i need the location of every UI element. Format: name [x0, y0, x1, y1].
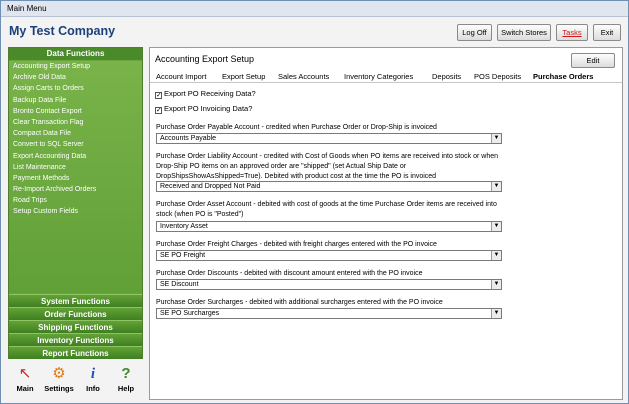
sidebar-item-compact-data-file[interactable]: Compact Data File [9, 128, 142, 139]
sidebar: Data Functions Accounting Export Setup A… [8, 47, 143, 359]
main-label: Main [16, 384, 34, 393]
liability-account-label: Purchase Order Liability Account - credi… [156, 153, 498, 180]
sidebar-item-reimport-archived[interactable]: Re-Import Archived Orders [9, 184, 142, 195]
settings-label: Settings [44, 384, 74, 393]
arrow-icon: ↖ [18, 365, 32, 382]
sidebar-item-accounting-export-setup[interactable]: Accounting Export Setup [9, 61, 142, 72]
payable-account-value: Accounts Payable [160, 135, 217, 142]
discounts-value: SE Discount [160, 281, 199, 288]
sidebar-item-archive-old-data[interactable]: Archive Old Data [9, 72, 142, 83]
company-name: My Test Company [9, 24, 116, 38]
header: My Test Company Log Off Switch Stores Ta… [1, 17, 628, 45]
surcharges-select[interactable]: SE PO Surcharges ▼ [156, 308, 502, 319]
sidebar-item-convert-sql[interactable]: Convert to SQL Server [9, 139, 142, 150]
sidebar-item-road-trips[interactable]: Road Trips [9, 195, 142, 206]
surcharges-label: Purchase Order Surcharges - debited with… [156, 299, 443, 306]
sidebar-item-backup-data-file[interactable]: Backup Data File [9, 95, 142, 106]
group-report-functions[interactable]: Report Functions [9, 346, 142, 359]
tab-bar: Account Import Export Setup Sales Accoun… [150, 70, 622, 83]
checkbox-check-icon: ✓ [155, 107, 162, 114]
edit-button[interactable]: Edit [571, 53, 615, 68]
group-order-functions[interactable]: Order Functions [9, 307, 142, 320]
switch-stores-button[interactable]: Switch Stores [497, 24, 551, 41]
checkbox-check-icon: ✓ [155, 92, 162, 99]
tab-export-setup[interactable]: Export Setup [222, 72, 265, 81]
tab-deposits[interactable]: Deposits [432, 72, 461, 81]
main-window: Main Menu My Test Company Log Off Switch… [0, 0, 629, 404]
info-label: Info [86, 384, 100, 393]
export-po-receiving-label: Export PO Receiving Data? [164, 89, 256, 98]
exit-button[interactable]: Exit [593, 24, 621, 41]
export-po-receiving-checkbox[interactable]: ✓ Export PO Receiving Data? [155, 89, 256, 99]
help-label: Help [117, 384, 135, 393]
liability-account-value: Received and Dropped Not Paid [160, 183, 261, 190]
export-po-invoicing-label: Export PO Invoicing Data? [164, 104, 253, 113]
discounts-label: Purchase Order Discounts - debited with … [156, 270, 423, 277]
help-icon: ? [121, 365, 131, 382]
export-po-invoicing-checkbox[interactable]: ✓ Export PO Invoicing Data? [155, 104, 252, 114]
tab-purchase-orders[interactable]: Purchase Orders [533, 72, 593, 81]
freight-charges-label: Purchase Order Freight Charges - debited… [156, 241, 437, 248]
sidebar-list: Accounting Export Setup Archive Old Data… [9, 61, 142, 293]
chevron-down-icon[interactable]: ▼ [491, 280, 501, 289]
payable-account-select[interactable]: Accounts Payable ▼ [156, 133, 502, 144]
gear-icon: ⚙ [52, 365, 66, 382]
sidebar-item-list-maintenance[interactable]: List Maintenance [9, 162, 142, 173]
sidebar-item-clear-transaction-flag[interactable]: Clear Transaction Flag [9, 117, 142, 128]
freight-charges-select[interactable]: SE PO Freight ▼ [156, 250, 502, 261]
group-system-functions[interactable]: System Functions [9, 294, 142, 307]
tab-pos-deposits[interactable]: POS Deposits [474, 72, 521, 81]
sidebar-item-custom-fields[interactable]: Setup Custom Fields [9, 206, 142, 217]
group-inventory-functions[interactable]: Inventory Functions [9, 333, 142, 346]
settings-shortcut[interactable]: ⚙ Settings [42, 364, 76, 400]
payable-account-label: Purchase Order Payable Account - credite… [156, 124, 437, 131]
tab-sales-accounts[interactable]: Sales Accounts [278, 72, 329, 81]
chevron-down-icon[interactable]: ▼ [491, 309, 501, 318]
sidebar-item-export-accounting[interactable]: Export Accounting Data [9, 151, 142, 162]
chevron-down-icon[interactable]: ▼ [491, 251, 501, 260]
help-shortcut[interactable]: ? Help [109, 364, 143, 400]
info-icon: i [90, 366, 96, 382]
tasks-button[interactable]: Tasks [556, 24, 588, 41]
discounts-select[interactable]: SE Discount ▼ [156, 279, 502, 290]
tab-inventory-categories[interactable]: Inventory Categories [344, 72, 413, 81]
surcharges-value: SE PO Surcharges [160, 310, 220, 317]
tab-account-import[interactable]: Account Import [156, 72, 206, 81]
asset-account-value: Inventory Asset [160, 223, 208, 230]
sidebar-item-bronto-export[interactable]: Bronto Contact Export [9, 106, 142, 117]
chevron-down-icon[interactable]: ▼ [491, 182, 501, 191]
asset-account-label: Purchase Order Asset Account - debited w… [156, 201, 497, 218]
bottom-toolbar: ↖ Main ⚙ Settings i Info ? Help [8, 364, 143, 400]
accounting-export-panel: Accounting Export Setup Edit Account Imp… [149, 47, 623, 400]
group-shipping-functions[interactable]: Shipping Functions [9, 320, 142, 333]
sidebar-item-payment-methods[interactable]: Payment Methods [9, 173, 142, 184]
liability-account-select[interactable]: Received and Dropped Not Paid ▼ [156, 181, 502, 192]
freight-charges-value: SE PO Freight [160, 252, 206, 259]
sidebar-heading: Data Functions [9, 48, 142, 60]
sidebar-item-assign-carts[interactable]: Assign Carts to Orders [9, 83, 142, 94]
logoff-button[interactable]: Log Off [457, 24, 492, 41]
main-shortcut[interactable]: ↖ Main [8, 364, 42, 400]
window-title: Main Menu [1, 1, 628, 17]
asset-account-select[interactable]: Inventory Asset ▼ [156, 221, 502, 232]
chevron-down-icon[interactable]: ▼ [491, 222, 501, 231]
chevron-down-icon[interactable]: ▼ [491, 134, 501, 143]
info-shortcut[interactable]: i Info [76, 364, 110, 400]
panel-title: Accounting Export Setup [155, 54, 255, 64]
